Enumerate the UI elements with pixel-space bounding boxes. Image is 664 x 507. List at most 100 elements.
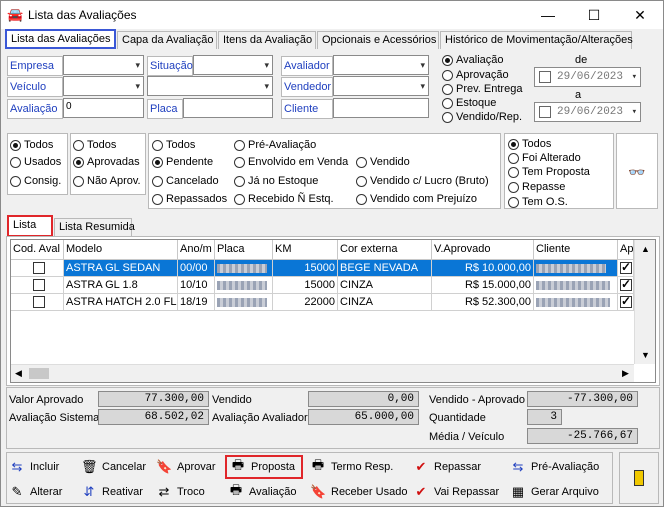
- col-header-apr[interactable]: Apr: [618, 240, 634, 260]
- radio-sit-envolvido[interactable]: Envolvido em Venda: [234, 156, 348, 168]
- radio-sit-ja-estoque[interactable]: Já no Estoque: [234, 175, 318, 187]
- aprovar-button[interactable]: 🔖 Aprovar: [156, 457, 216, 477]
- tab-itens-avaliacao[interactable]: Itens da Avaliação: [218, 31, 316, 49]
- search-button-box[interactable]: 👓: [616, 133, 658, 209]
- tab-lista-avaliacoes[interactable]: Lista das Avaliações: [5, 29, 116, 49]
- apr-checkbox[interactable]: [620, 277, 632, 292]
- apr-checkbox[interactable]: [620, 260, 632, 275]
- cell-cor: CINZA: [338, 277, 432, 294]
- checkmark-icon: ✔: [415, 484, 427, 499]
- close-button[interactable]: ✕: [617, 1, 663, 29]
- tab-opcionais[interactable]: Opcionais e Acessórios: [317, 31, 439, 49]
- radio-aprov-aprovadas[interactable]: Aprovadas: [73, 156, 140, 168]
- cell-valor: R$ 15.000,00: [432, 277, 534, 294]
- repassar-button[interactable]: ✔ Repassar: [413, 457, 482, 477]
- col-header-cor[interactable]: Cor externa: [338, 240, 432, 260]
- radio-tipo-consig[interactable]: Consig.: [10, 175, 61, 187]
- date-to-picker[interactable]: 29/06/2023 ▾: [534, 102, 641, 122]
- radio-sit-recebido[interactable]: Recebido Ñ Estq.: [234, 193, 334, 205]
- vendedor-combo[interactable]: ▾: [333, 76, 429, 96]
- chevron-down-icon: ▾: [631, 107, 637, 117]
- cell-cor: CINZA: [338, 294, 432, 311]
- cliente-label: Cliente: [281, 99, 333, 119]
- radio-sit-todos[interactable]: Todos: [152, 139, 195, 151]
- valor-aprovado-value: 77.300,00: [98, 391, 209, 407]
- situacao-combo[interactable]: ▾: [193, 55, 273, 75]
- cell-cliente: [534, 294, 618, 311]
- exit-door-icon: [634, 470, 644, 486]
- termo-resp-button[interactable]: 🖶 Termo Resp.: [310, 457, 394, 477]
- reativar-button[interactable]: ⇵ Reativar: [81, 482, 143, 502]
- placa-input[interactable]: [183, 98, 273, 118]
- aprovacao-group: Todos Aprovadas Não Aprov.: [70, 133, 146, 195]
- troco-button[interactable]: ⇄ Troco: [156, 482, 205, 502]
- maximize-button[interactable]: ☐: [571, 1, 617, 29]
- radio-date-avaliacao[interactable]: Avaliação: [442, 54, 504, 66]
- cliente-combo[interactable]: [333, 98, 429, 118]
- radio-extra-todos[interactable]: Todos: [508, 138, 551, 150]
- table-row[interactable]: ASTRA GL SEDAN 00/00 15000 BEGE NEVADA R…: [11, 260, 634, 277]
- printer-icon: 🖶: [311, 457, 325, 472]
- proposta-button[interactable]: 🖶 Proposta: [225, 455, 304, 479]
- avaliador-combo[interactable]: ▾: [333, 55, 429, 75]
- pre-avaliacao-button[interactable]: ⇆ Pré-Avaliação: [510, 457, 600, 477]
- vendido-label: Vendido: [212, 394, 252, 406]
- radio-date-estoque[interactable]: Estoque: [442, 97, 496, 109]
- col-header-km[interactable]: KM: [273, 240, 338, 260]
- incluir-button[interactable]: ⇆ Incluir: [9, 457, 60, 477]
- situacao-extra-combo[interactable]: ▾: [147, 76, 273, 96]
- row-select-checkbox[interactable]: [33, 279, 45, 292]
- radio-tipo-usados[interactable]: Usados: [10, 156, 61, 168]
- cancelar-button[interactable]: 🗑 Cancelar: [81, 457, 146, 477]
- receber-usado-button[interactable]: 🔖 Receber Usado: [310, 482, 407, 502]
- minimize-button[interactable]: —: [525, 1, 571, 29]
- radio-sit-vendido-prejuizo[interactable]: Vendido com Prejuízo: [356, 193, 477, 205]
- radio-date-aprovacao[interactable]: Aprovação: [442, 69, 509, 81]
- avaliacao-input[interactable]: 0: [63, 98, 144, 118]
- radio-sit-vendido-lucro[interactable]: Vendido c/ Lucro (Bruto): [356, 175, 489, 187]
- cell-ano: 10/10: [178, 277, 215, 294]
- exit-button[interactable]: [619, 452, 659, 504]
- radio-sit-vendido[interactable]: Vendido: [356, 156, 410, 168]
- avaliacoes-grid[interactable]: Cod. Aval Modelo Ano/m Placa KM Cor exte…: [10, 239, 656, 383]
- radio-sit-pre-avaliacao[interactable]: Pré-Avaliação: [234, 139, 316, 151]
- avaliacao-print-button[interactable]: 🖶 Avaliação: [228, 482, 297, 502]
- radio-date-prev-entrega[interactable]: Prev. Entrega: [442, 83, 522, 95]
- alterar-button[interactable]: ✎ Alterar: [9, 482, 63, 502]
- vertical-scrollbar[interactable]: ▲ ▼: [634, 240, 655, 364]
- radio-sit-pendente[interactable]: Pendente: [152, 156, 213, 168]
- apr-checkbox[interactable]: [620, 294, 632, 309]
- col-header-ano[interactable]: Ano/m: [178, 240, 215, 260]
- table-row[interactable]: ASTRA HATCH 2.0 FL 18/19 22000 CINZA R$ …: [11, 294, 634, 311]
- radio-extra-repasse[interactable]: Repasse: [508, 181, 565, 193]
- radio-sit-repassados[interactable]: Repassados: [152, 193, 227, 205]
- col-header-valor[interactable]: V.Aprovado: [432, 240, 534, 260]
- date-from-picker[interactable]: 29/06/2023 ▾: [534, 67, 641, 87]
- radio-sit-cancelado[interactable]: Cancelado: [152, 175, 219, 187]
- vai-repassar-button[interactable]: ✔ Vai Repassar: [413, 482, 500, 502]
- tab-lista[interactable]: Lista: [7, 215, 53, 237]
- radio-aprov-todos[interactable]: Todos: [73, 139, 116, 151]
- radio-extra-alterado[interactable]: Foi Alterado: [508, 152, 581, 164]
- col-header-cod[interactable]: Cod. Aval: [11, 240, 64, 260]
- radio-date-vendido[interactable]: Vendido/Rep.: [442, 111, 522, 123]
- table-row[interactable]: ASTRA GL 1.8 10/10 15000 CINZA R$ 15.000…: [11, 277, 634, 294]
- tab-lista-resumida[interactable]: Lista Resumida: [54, 218, 135, 236]
- col-header-modelo[interactable]: Modelo: [64, 240, 178, 260]
- scroll-thumb[interactable]: [29, 368, 49, 379]
- radio-aprov-nao[interactable]: Não Aprov.: [73, 175, 141, 187]
- col-header-placa[interactable]: Placa: [215, 240, 273, 260]
- empresa-combo[interactable]: ▾: [63, 55, 144, 75]
- gerar-arquivo-button[interactable]: ▦ Gerar Arquivo: [510, 482, 599, 502]
- chevron-down-icon: ▾: [631, 72, 637, 82]
- tab-capa-avaliacao[interactable]: Capa da Avaliação: [117, 31, 217, 49]
- radio-extra-os[interactable]: Tem O.S.: [508, 196, 568, 208]
- row-select-checkbox[interactable]: [33, 262, 45, 275]
- horizontal-scrollbar[interactable]: ◀ ▶: [11, 364, 634, 382]
- tab-historico[interactable]: Histórico de Movimentação/Alterações: [440, 31, 633, 49]
- col-header-cliente[interactable]: Cliente: [534, 240, 618, 260]
- veiculo-combo[interactable]: ▾: [63, 76, 144, 96]
- radio-tipo-todos[interactable]: Todos: [10, 139, 53, 151]
- row-select-checkbox[interactable]: [33, 296, 45, 309]
- radio-extra-proposta[interactable]: Tem Proposta: [508, 166, 590, 178]
